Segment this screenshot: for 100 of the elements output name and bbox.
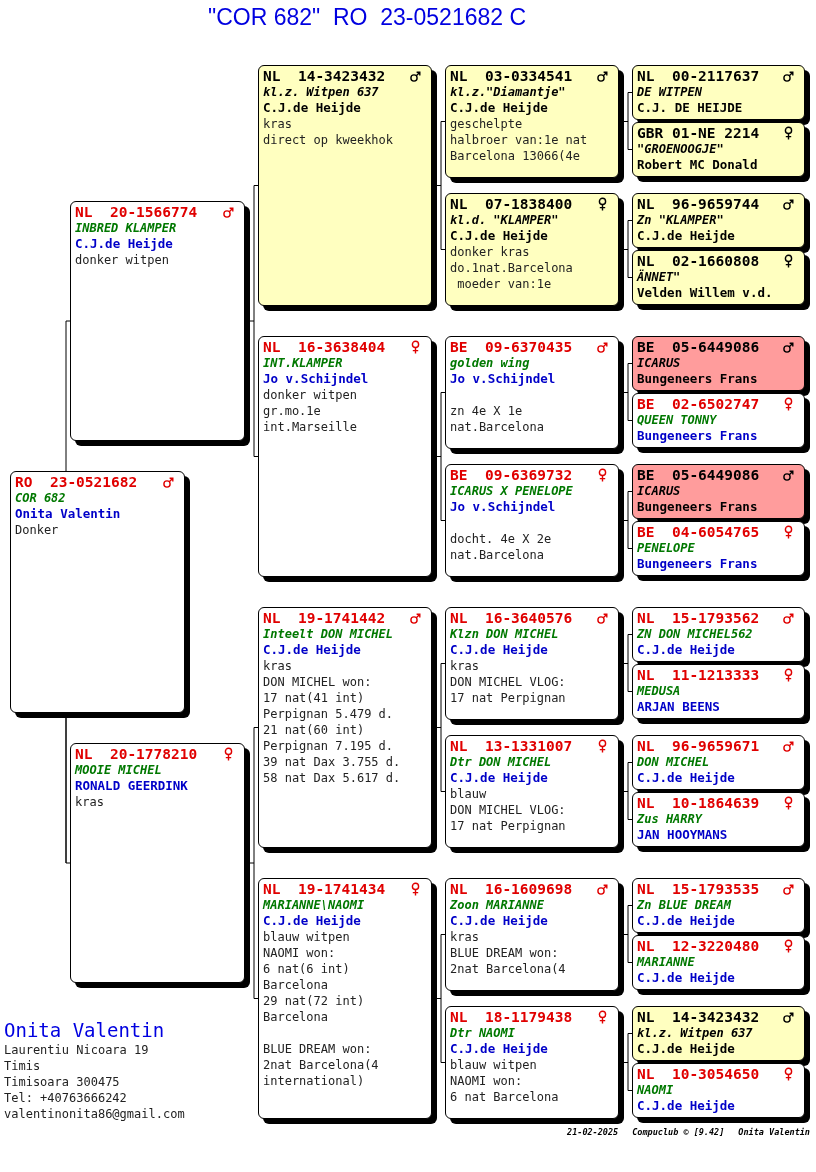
owner-name: C.J.de Heijde <box>450 228 548 244</box>
breeder-address-line: Timis <box>4 1058 41 1074</box>
pigeon-name: MARIANNE\NAOMI <box>263 898 365 913</box>
ring-number: NL 12-3220480 <box>637 938 760 955</box>
ring-number: NL 96-9659744 <box>637 196 760 213</box>
ring-number: NL 20-1778210 <box>75 746 198 763</box>
note-line: 58 nat Dax 5.617 d. <box>263 770 401 786</box>
plumage-text: kras <box>75 794 104 810</box>
owner-name: Bungeneers Frans <box>637 499 758 515</box>
note-line: zn 4e X 1e <box>450 403 523 419</box>
owner-name: RONALD GEERDINK <box>75 778 188 794</box>
ring-number: NL 10-1864639 <box>637 795 760 812</box>
pigeon-name: INT.KLAMPER <box>263 356 343 371</box>
owner-name: C.J. DE HEIJDE <box>637 100 743 116</box>
pigeon-name: kl.z. Witpen 637 <box>637 1026 753 1041</box>
note-line: Perpignan 7.195 d. <box>263 738 394 754</box>
plumage-text: blauw <box>450 786 487 802</box>
note-line: 39 nat Dax 3.755 d. <box>263 754 401 770</box>
note-line: Perpignan 5.479 d. <box>263 706 394 722</box>
note-line: docht. 4e X 2e <box>450 531 552 547</box>
note-line: NAOMI won: <box>263 945 336 961</box>
note-line: nat.Barcelona <box>450 419 544 435</box>
print-date: 21-02-2025 <box>567 1127 619 1137</box>
note-line: Barcelona <box>263 1009 329 1025</box>
owner-name: C.J.de Heijde <box>450 913 548 929</box>
pigeon-name: INBRED KLAMPER <box>75 221 177 236</box>
ring-number: BE 09-6369732 <box>450 467 573 484</box>
ring-number: BE 09-6370435 <box>450 339 573 356</box>
owner-name: C.J.de Heijde <box>637 913 735 929</box>
pigeon-name: MARIANNE <box>637 955 695 970</box>
user-name: Onita Valentin <box>738 1127 810 1137</box>
owner-name: Jo v.Schijndel <box>450 499 556 515</box>
note-line: 17 nat Perpignan <box>450 690 566 706</box>
owner-name: Jo v.Schijndel <box>450 371 556 387</box>
ring-number: NL 16-3638404 <box>263 339 386 356</box>
owner-name: Onita Valentin <box>15 506 121 522</box>
pigeon-name: kl.z. Witpen 637 <box>263 85 379 100</box>
pigeon-name: Klzn DON MICHEL <box>450 627 559 642</box>
pigeon-name: Zoon MARIANNE <box>450 898 544 913</box>
breeder-name: Onita Valentin <box>4 1018 165 1042</box>
pigeon-name: Zus HARRY <box>637 812 703 827</box>
ring-number: BE 05-6449086 <box>637 339 760 356</box>
owner-name: C.J.de Heijde <box>450 770 548 786</box>
pigeon-name: DE WITPEN <box>637 85 703 100</box>
pigeon-name: kl.z."Diamantje" <box>450 85 566 100</box>
breeder-address-line: Tel: +40763666242 <box>4 1090 127 1106</box>
breeder-address-line: valentinonita86@gmail.com <box>4 1106 185 1122</box>
pigeon-name: kl.d. "KLAMPER" <box>450 213 559 228</box>
owner-name: ARJAN BEENS <box>637 699 720 715</box>
note-line: nat.Barcelona <box>450 547 544 563</box>
ring-number: NL 14-3423432 <box>637 1009 760 1026</box>
pedigree-title: "COR 682" RO 23-0521682 C <box>208 4 527 30</box>
ring-number: GBR 01-NE 2214 <box>637 125 760 142</box>
ring-number: BE 05-6449086 <box>637 467 760 484</box>
note-line: Barcelona <box>263 977 329 993</box>
pigeon-name: ICARUS <box>637 356 681 371</box>
note-line: 2nat Barcelona(4 <box>263 1057 379 1073</box>
ring-number: NL 13-1331007 <box>450 738 573 755</box>
owner-name: C.J.de Heijde <box>450 642 548 658</box>
pigeon-name: NAOMI <box>637 1083 674 1098</box>
note-line: moeder van:1e <box>456 276 552 292</box>
pigeon-name: PENELOPE <box>637 541 695 556</box>
owner-name: C.J.de Heijde <box>637 770 735 786</box>
owner-name: C.J.de Heijde <box>450 100 548 116</box>
owner-name: C.J.de Heijde <box>637 1041 735 1057</box>
note-line: halbroer van:1e nat <box>450 132 588 148</box>
ring-number: NL 11-1213333 <box>637 667 760 684</box>
owner-name: C.J.de Heijde <box>263 913 361 929</box>
ring-number: NL 20-1566774 <box>75 204 198 221</box>
ring-number: NL 96-9659671 <box>637 738 760 755</box>
ring-number: NL 16-1609698 <box>450 881 573 898</box>
plumage-text: blauw witpen <box>263 929 350 945</box>
note-line: int.Marseille <box>263 419 357 435</box>
note-line: 6 nat(6 int) <box>263 961 350 977</box>
plumage-text: donker kras <box>450 244 530 260</box>
ring-number: NL 02-1660808 <box>637 253 760 269</box>
note-line: 17 nat(41 int) <box>263 690 365 706</box>
plumage-text: kras <box>263 116 292 132</box>
breeder-address-line: Laurentiu Nicoara 19 <box>4 1042 149 1058</box>
breeder-address-line: Timisoara 300475 <box>4 1074 120 1090</box>
pigeon-name: Zn BLUE DREAM <box>637 898 731 913</box>
plumage-text: donker witpen <box>75 252 169 268</box>
owner-name: C.J.de Heijde <box>263 100 361 116</box>
owner-name: C.J.de Heijde <box>450 1041 548 1057</box>
pigeon-name: golden wing <box>450 356 530 371</box>
ring-number: BE 02-6502747 <box>637 396 760 413</box>
owner-name: C.J.de Heijde <box>637 970 735 986</box>
plumage-text: Donker <box>15 522 59 538</box>
ring-number: NL 00-2117637 <box>637 68 760 85</box>
ring-number: NL 16-3640576 <box>450 610 573 627</box>
ring-number: NL 03-0334541 <box>450 68 573 85</box>
note-line: NAOMI won: <box>450 1073 523 1089</box>
pigeon-name: MOOIE MICHEL <box>75 763 162 778</box>
owner-name: Bungeneers Frans <box>637 428 758 444</box>
owner-name: C.J.de Heijde <box>637 228 735 244</box>
pigeon-name: ICARUS <box>637 484 681 499</box>
pigeon-name: MEDUSA <box>637 684 681 699</box>
note-line: 6 nat Barcelona <box>450 1089 559 1105</box>
note-line: DON MICHEL VLOG: <box>450 802 566 818</box>
ring-number: BE 04-6054765 <box>637 524 760 541</box>
